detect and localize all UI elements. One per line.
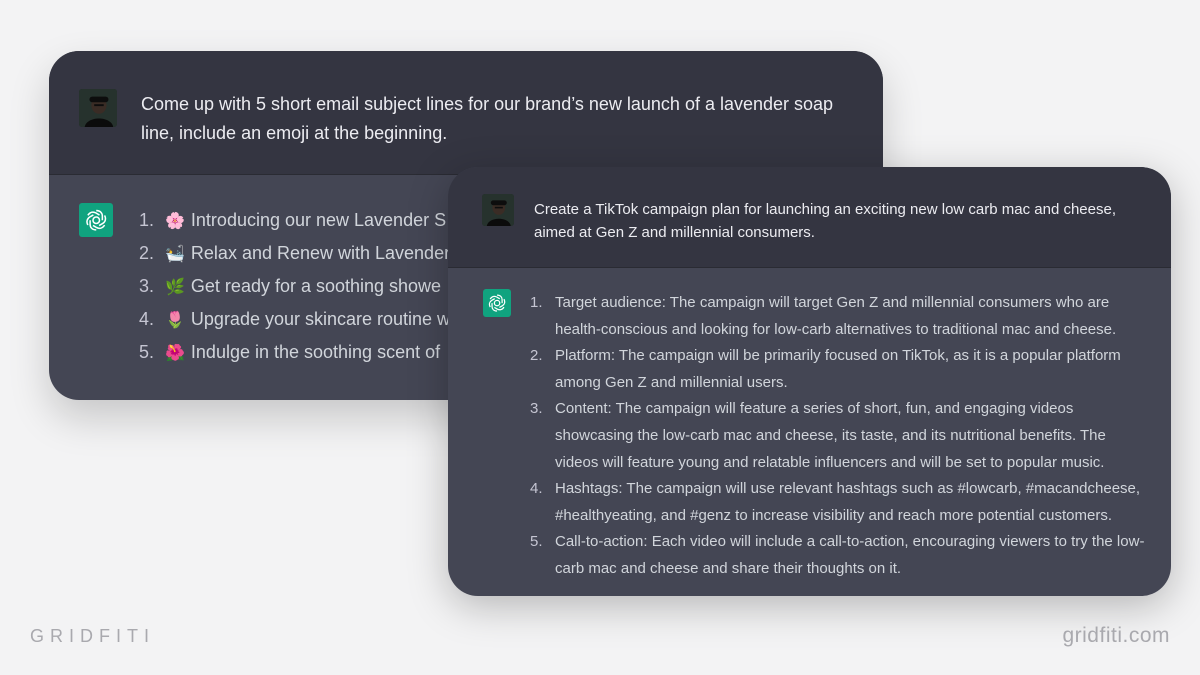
chat-card-tiktok-campaign: Create a TikTok campaign plan for launch…	[448, 167, 1171, 596]
list-item: 4. Hashtags: The campaign will use releva…	[530, 480, 1141, 524]
list-item: 3. Content: The campaign will feature a s…	[530, 400, 1106, 471]
user-prompt-text: Come up with 5 short email subject lines…	[141, 94, 834, 143]
user-avatar-icon	[79, 89, 117, 127]
user-message-row: Create a TikTok campaign plan for launch…	[448, 167, 1171, 268]
list-item: 2. Platform: The campaign will be primari…	[530, 347, 1121, 391]
openai-logo-icon	[483, 289, 511, 317]
tulip-emoji: 🌷	[165, 310, 185, 329]
bath-emoji: 🛀	[165, 244, 185, 263]
brand-wordmark: GRIDFITI	[30, 626, 155, 646]
user-avatar-icon	[482, 194, 514, 226]
user-message-row: Come up with 5 short email subject lines…	[49, 51, 883, 175]
herb-emoji: 🌿	[165, 277, 185, 296]
hibiscus-emoji: 🌺	[165, 343, 185, 362]
cherry-blossom-emoji: 🌸	[165, 211, 185, 230]
brand-url: gridfiti.com	[1062, 624, 1170, 647]
user-prompt-text: Create a TikTok campaign plan for launch…	[534, 201, 1116, 241]
list-item: 1. Target audience: The campaign will tar…	[530, 294, 1117, 338]
openai-logo-icon	[79, 203, 113, 237]
assistant-response-list: 1. Target audience: The campaign will tar…	[530, 290, 1150, 583]
screenshot-stage: Come up with 5 short email subject lines…	[0, 0, 1200, 675]
list-item: 5. Call-to-action: Each video will includ…	[530, 533, 1145, 577]
